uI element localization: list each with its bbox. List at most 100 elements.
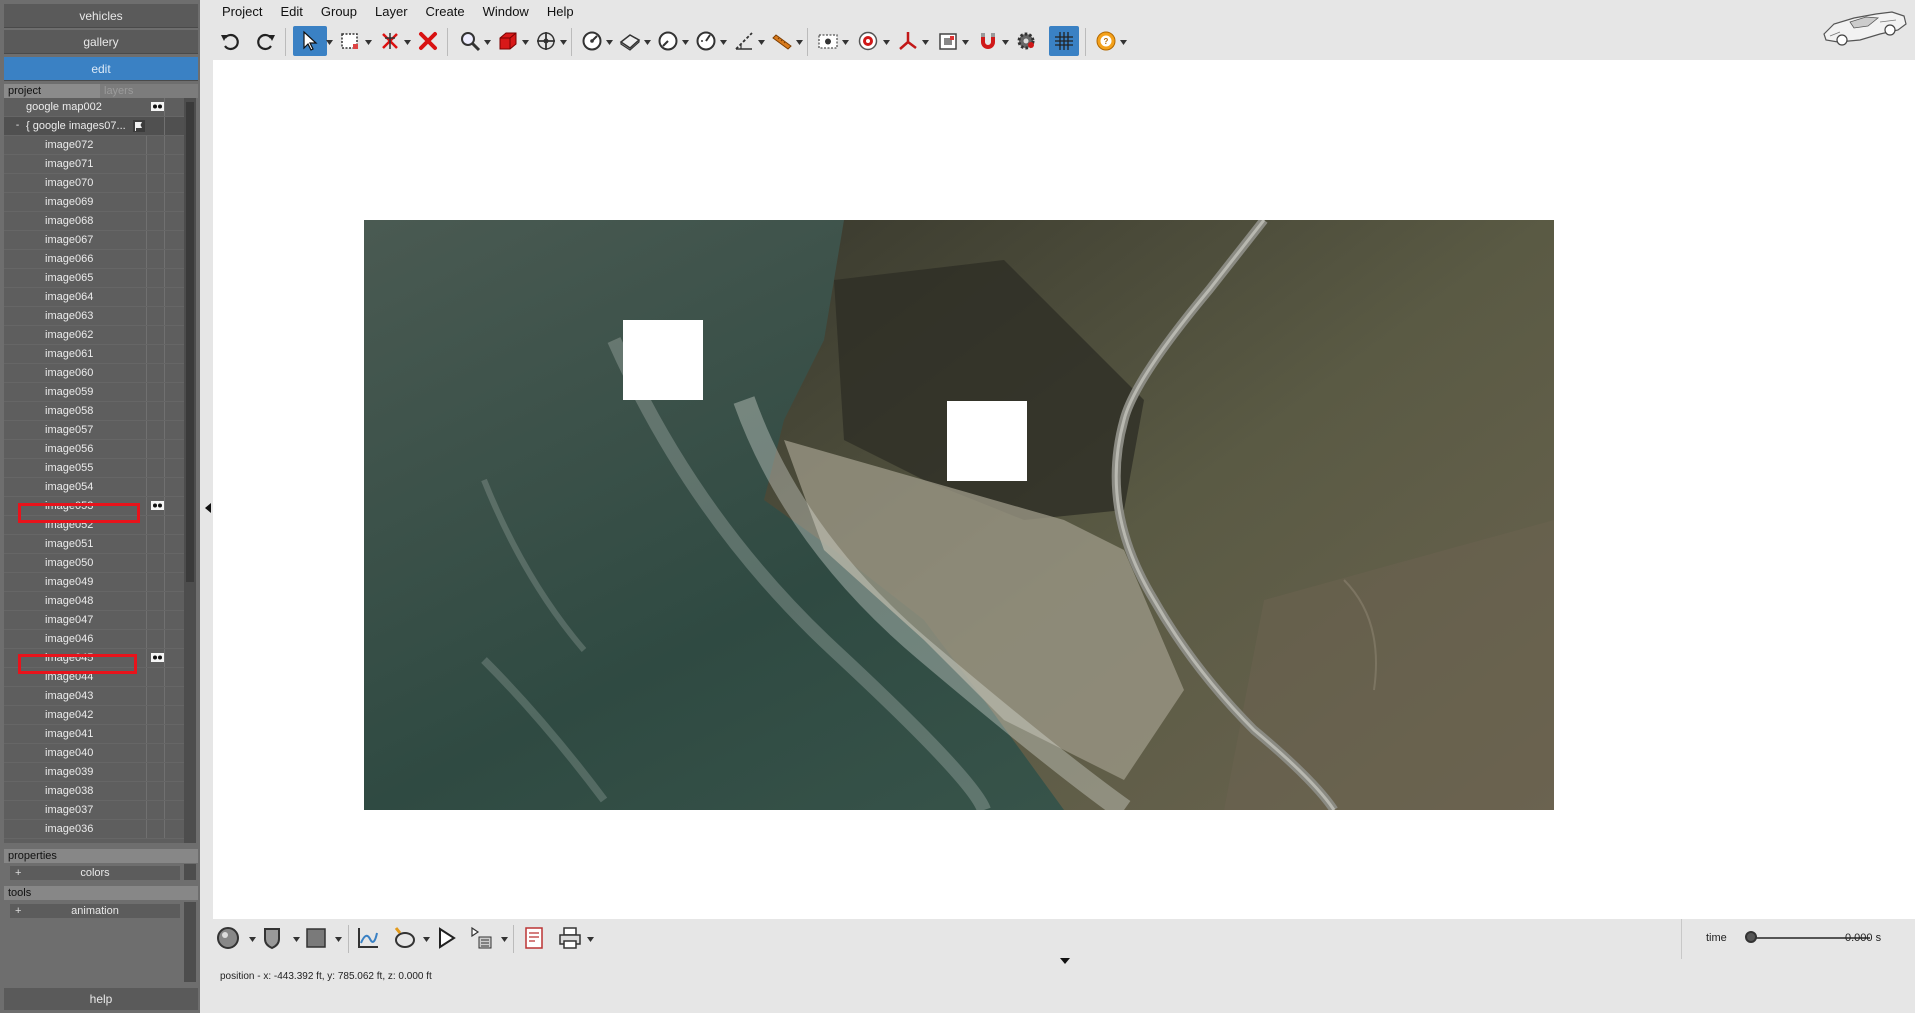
tree-item-image049[interactable]: image049 [4, 573, 184, 592]
redo-button[interactable] [251, 26, 281, 56]
animation-row[interactable]: + animation [10, 904, 180, 918]
colors-row[interactable]: + colors [10, 866, 180, 880]
grid-toggle-button[interactable] [1049, 26, 1079, 56]
measure-length-button[interactable] [729, 26, 759, 56]
3d-viewport[interactable] [213, 60, 1915, 919]
tree-item-image046[interactable]: image046 [4, 630, 184, 649]
help-button[interactable]: help [4, 988, 198, 1010]
chevron-down-icon[interactable] [644, 40, 651, 46]
menu-group[interactable]: Group [312, 3, 366, 21]
ruler-button[interactable] [767, 26, 797, 56]
tree-item-image051[interactable]: image051 [4, 535, 184, 554]
tree-item-image072[interactable]: image072 [4, 136, 184, 155]
chevron-down-icon[interactable] [293, 937, 300, 943]
gallery-button[interactable]: gallery [4, 30, 198, 54]
chevron-down-icon[interactable] [587, 937, 594, 943]
collapse-panel-icon[interactable] [204, 502, 212, 514]
time-slider-handle[interactable] [1745, 931, 1757, 943]
chevron-down-icon[interactable] [796, 40, 803, 46]
color-swatch-button[interactable] [301, 923, 331, 953]
collapse-toggle[interactable]: - [13, 120, 22, 132]
chevron-down-icon[interactable] [560, 40, 567, 46]
timer-gauge-button[interactable] [691, 26, 721, 56]
expand-panel-icon[interactable] [1060, 958, 1070, 965]
gauge-button[interactable] [653, 26, 683, 56]
tree-item-image038[interactable]: image038 [4, 782, 184, 801]
menu-create[interactable]: Create [417, 3, 474, 21]
visibility-icon[interactable] [151, 102, 164, 111]
tree-item-google-images-group[interactable]: - { google images07... [4, 117, 184, 136]
tab-layers[interactable]: layers [100, 84, 198, 98]
report-button[interactable] [519, 923, 549, 953]
chevron-down-icon[interactable] [758, 40, 765, 46]
edit-button[interactable]: edit [4, 57, 198, 81]
tree-item-image063[interactable]: image063 [4, 307, 184, 326]
chevron-down-icon[interactable] [423, 937, 430, 943]
playlist-button[interactable] [467, 923, 497, 953]
properties-scrollbar[interactable] [184, 864, 196, 880]
tree-item-image068[interactable]: image068 [4, 212, 184, 231]
move-button[interactable] [531, 26, 561, 56]
image-frame-button[interactable] [933, 26, 963, 56]
help-tool-button[interactable]: ? [1091, 26, 1121, 56]
chevron-down-icon[interactable] [922, 40, 929, 46]
tree-item-image062[interactable]: image062 [4, 326, 184, 345]
tree-item-image059[interactable]: image059 [4, 383, 184, 402]
measure-area-button[interactable] [615, 26, 645, 56]
shield-shape-button[interactable] [257, 923, 287, 953]
solid-view-button[interactable] [493, 26, 523, 56]
delete-component-button[interactable] [375, 26, 405, 56]
menu-window[interactable]: Window [474, 3, 538, 21]
tree-item-image055[interactable]: image055 [4, 459, 184, 478]
tree-item-image066[interactable]: image066 [4, 250, 184, 269]
magnet-button[interactable] [973, 26, 1003, 56]
axis-button[interactable] [893, 26, 923, 56]
tree-item-image054[interactable]: image054 [4, 478, 184, 497]
tab-project[interactable]: project [4, 84, 100, 98]
tree-item-image047[interactable]: image047 [4, 611, 184, 630]
tree-item-image065[interactable]: image065 [4, 269, 184, 288]
tree-item-image056[interactable]: image056 [4, 440, 184, 459]
material-sphere-button[interactable] [213, 923, 243, 953]
satellite-image[interactable] [364, 220, 1554, 810]
print-button[interactable] [555, 923, 585, 953]
path-animation-button[interactable] [389, 923, 419, 953]
tree-item-image064[interactable]: image064 [4, 288, 184, 307]
menu-layer[interactable]: Layer [366, 3, 417, 21]
zoom-button[interactable] [455, 26, 485, 56]
chevron-down-icon[interactable] [1120, 40, 1127, 46]
tree-item-image048[interactable]: image048 [4, 592, 184, 611]
flag-icon[interactable] [133, 120, 145, 132]
tree-item-image069[interactable]: image069 [4, 193, 184, 212]
chevron-down-icon[interactable] [606, 40, 613, 46]
play-button[interactable] [431, 923, 461, 953]
tree-item-image040[interactable]: image040 [4, 744, 184, 763]
tools-scrollbar[interactable] [184, 902, 196, 982]
chevron-down-icon[interactable] [883, 40, 890, 46]
tree-item-image070[interactable]: image070 [4, 174, 184, 193]
chevron-down-icon[interactable] [842, 40, 849, 46]
chevron-down-icon[interactable] [501, 937, 508, 943]
box-select-button[interactable] [335, 26, 365, 56]
visibility-icon[interactable] [151, 653, 164, 662]
chevron-down-icon[interactable] [484, 40, 491, 46]
tree-scrollbar[interactable] [184, 98, 196, 843]
menu-project[interactable]: Project [213, 3, 271, 21]
undo-button[interactable] [215, 26, 245, 56]
tree-item-google-map[interactable]: google map002 [4, 98, 184, 117]
scroll-thumb[interactable] [186, 102, 194, 582]
select-tool-button[interactable] [293, 26, 327, 56]
menu-edit[interactable]: Edit [271, 3, 311, 21]
visibility-icon[interactable] [151, 501, 164, 510]
tree-item-image057[interactable]: image057 [4, 421, 184, 440]
settings-button[interactable] [1011, 26, 1041, 56]
tree-item-image050[interactable]: image050 [4, 554, 184, 573]
chevron-down-icon[interactable] [326, 40, 333, 46]
tree-item-image043[interactable]: image043 [4, 687, 184, 706]
chevron-down-icon[interactable] [404, 40, 411, 46]
target-button[interactable] [853, 26, 883, 56]
measure-angle-button[interactable] [577, 26, 607, 56]
tree-item-image036[interactable]: image036 [4, 820, 184, 839]
vehicles-button[interactable]: vehicles [4, 4, 198, 28]
chevron-down-icon[interactable] [365, 40, 372, 46]
